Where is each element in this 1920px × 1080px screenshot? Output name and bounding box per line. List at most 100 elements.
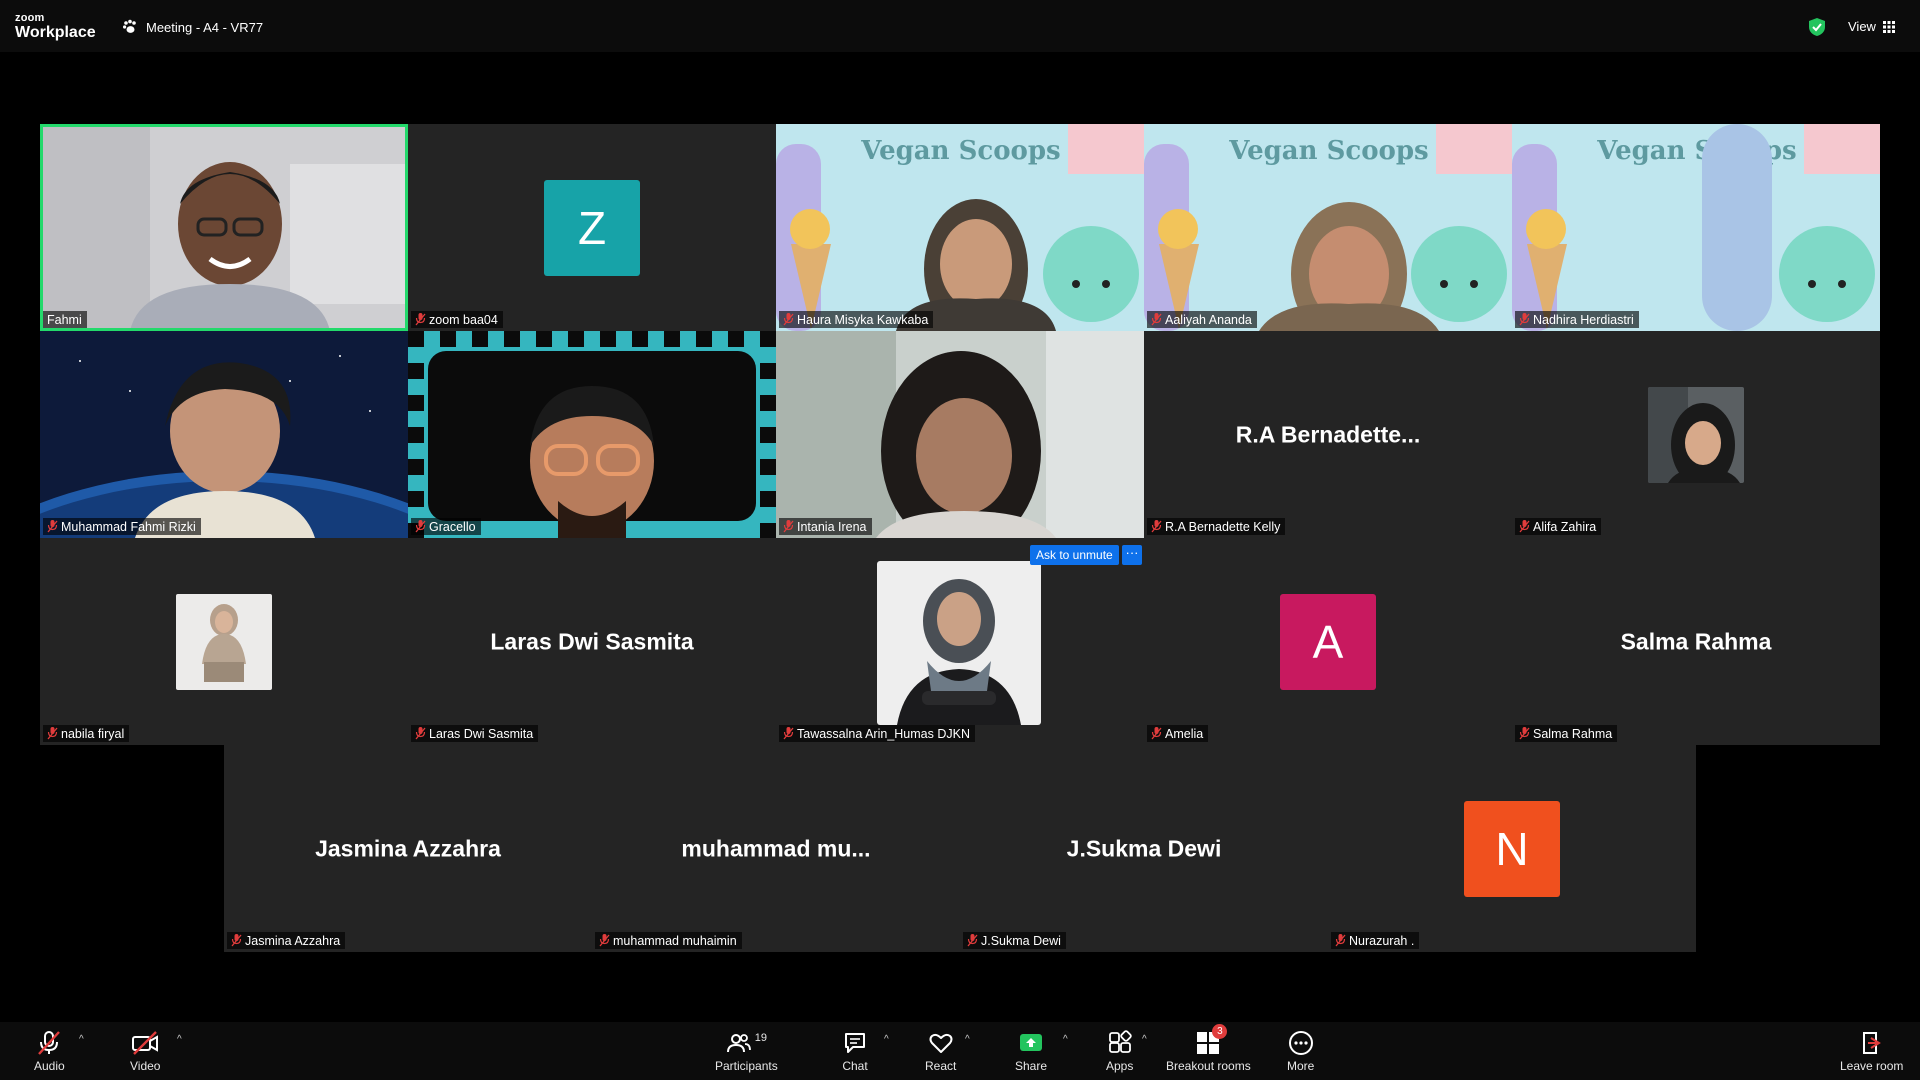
meeting-info[interactable]: Meeting - A4 - VR77 — [122, 19, 263, 35]
display-name: J.Sukma Dewi — [1066, 835, 1222, 861]
react-label: React — [925, 1059, 957, 1073]
participant-tile-sukma[interactable]: J.Sukma Dewi J.Sukma Dewi — [960, 745, 1328, 952]
view-button[interactable]: View — [1848, 19, 1895, 34]
audio-options-chevron-icon[interactable]: ^ — [79, 1034, 84, 1045]
participant-name: Amelia — [1165, 726, 1204, 741]
participant-tile-aaliyah[interactable]: Vegan Scoops Aaliyah Ananda — [1144, 124, 1512, 331]
view-label: View — [1848, 19, 1876, 34]
participant-tile-muhammad-fahmi-rizki[interactable]: Muhammad Fahmi Rizki — [40, 331, 408, 538]
muted-mic-icon — [967, 934, 978, 947]
participant-name: Laras Dwi Sasmita — [429, 726, 534, 741]
participant-tile-gracello[interactable]: Gracello — [408, 331, 776, 538]
top-bar: zoom Workplace Meeting - A4 - VR77 View — [0, 0, 1920, 52]
name-chip: Salma Rahma — [1515, 725, 1618, 742]
participant-tile-nurazurah[interactable]: N Nurazurah . — [1328, 745, 1696, 952]
heart-icon — [929, 1033, 953, 1053]
participants-count: 19 — [754, 1032, 767, 1044]
participant-tile-salma[interactable]: Salma Rahma Salma Rahma — [1512, 538, 1880, 745]
video-feed-fahmi — [40, 124, 408, 331]
muted-mic-icon — [1519, 727, 1530, 740]
participant-tile-zoom-baa04[interactable]: Z zoom baa04 — [408, 124, 776, 331]
apps-options-chevron-icon[interactable]: ^ — [1142, 1034, 1147, 1045]
muted-mic-icon — [415, 727, 426, 740]
breakout-badge: 3 — [1212, 1024, 1228, 1039]
ask-to-unmute-button[interactable]: Ask to unmute — [1030, 545, 1119, 565]
encryption-shield-icon[interactable] — [1808, 17, 1826, 37]
display-name: Jasmina Azzahra — [315, 835, 501, 861]
video-feed-muhammad-fahmi-rizki — [40, 331, 408, 538]
react-options-chevron-icon[interactable]: ^ — [965, 1034, 970, 1045]
chat-options-chevron-icon[interactable]: ^ — [884, 1034, 889, 1045]
muted-mic-icon — [231, 934, 242, 947]
name-chip: R.A Bernadette Kelly — [1147, 518, 1286, 535]
leave-room-button[interactable]: Leave room — [1840, 1030, 1903, 1073]
participant-name: muhammad muhaimin — [613, 933, 737, 948]
video-feed-aaliyah: Vegan Scoops — [1144, 124, 1512, 331]
react-button[interactable]: React — [925, 1030, 956, 1073]
participant-name: R.A Bernadette Kelly — [1165, 519, 1281, 534]
grid-view-icon — [1882, 20, 1895, 33]
participant-tile-fahmi[interactable]: Fahmi — [40, 124, 408, 331]
meeting-toolbar: Audio ^ Video ^ 19 Participants Chat ^ R… — [0, 1022, 1920, 1080]
display-name: muhammad mu... — [681, 835, 871, 861]
muted-mic-icon — [1151, 727, 1162, 740]
background-text: Vegan Scoops — [1228, 136, 1428, 166]
name-chip: Laras Dwi Sasmita — [411, 725, 539, 742]
muted-mic-icon — [47, 727, 58, 740]
participant-tile-laras[interactable]: Laras Dwi Sasmita Laras Dwi Sasmita — [408, 538, 776, 745]
apps-button[interactable]: Apps — [1106, 1030, 1133, 1073]
video-options-chevron-icon[interactable]: ^ — [177, 1034, 182, 1045]
name-chip: Fahmi — [43, 311, 87, 328]
video-feed-haura: Vegan Scoops — [776, 124, 1144, 331]
more-icon — [1288, 1031, 1313, 1055]
participant-tile-intania[interactable]: Intania Irena — [776, 331, 1144, 538]
video-off-icon — [132, 1031, 159, 1055]
participant-tile-nadhira[interactable]: Vegan Scoops Nadhira Herdiastri — [1512, 124, 1880, 331]
share-options-chevron-icon[interactable]: ^ — [1063, 1034, 1068, 1045]
logo-text-small: zoom — [15, 12, 45, 24]
chat-button[interactable]: Chat — [842, 1030, 868, 1073]
muted-mic-icon — [599, 934, 610, 947]
muted-mic-icon — [783, 313, 794, 326]
video-label: Video — [130, 1059, 161, 1073]
breakout-rooms-button[interactable]: 3 Breakout rooms — [1166, 1024, 1251, 1073]
name-chip: Intania Irena — [779, 518, 872, 535]
muted-mic-icon — [1151, 313, 1162, 326]
logo-text-large: Workplace — [15, 24, 96, 41]
participant-tile-alifa[interactable]: Alifa Zahira — [1512, 331, 1880, 538]
participant-tile-muhammad-muhaimin[interactable]: muhammad mu... muhammad muhaimin — [592, 745, 960, 952]
display-name: R.A Bernadette... — [1235, 421, 1421, 447]
participant-tile-bernadette[interactable]: R.A Bernadette... R.A Bernadette Kelly — [1144, 331, 1512, 538]
name-chip: Gracello — [411, 518, 481, 535]
participant-name: Muhammad Fahmi Rizki — [61, 519, 196, 534]
background-text: Vegan Scoops — [860, 136, 1060, 166]
name-chip: Jasmina Azzahra — [227, 932, 346, 949]
profile-photo — [877, 561, 1041, 725]
video-feed-gracello — [408, 331, 776, 538]
paw-icon — [123, 19, 136, 33]
name-chip: Amelia — [1147, 725, 1209, 742]
participant-tile-tawassalna[interactable]: Tawassalna Arin_Humas DJKN — [776, 538, 1144, 745]
participant-tile-amelia[interactable]: A Amelia — [1144, 538, 1512, 745]
avatar-letter: N — [1464, 801, 1560, 897]
participants-button[interactable]: 19 Participants — [715, 1030, 778, 1073]
participant-name: Nadhira Herdiastri — [1533, 312, 1634, 327]
participant-tile-haura[interactable]: Vegan Scoops Haura Misyka Kawkaba — [776, 124, 1144, 331]
participant-tile-nabila[interactable]: nabila firyal — [40, 538, 408, 745]
name-chip: J.Sukma Dewi — [963, 932, 1066, 949]
muted-mic-icon — [1151, 520, 1162, 533]
muted-mic-icon — [415, 313, 426, 326]
participant-name: nabila firyal — [61, 726, 125, 741]
name-chip: nabila firyal — [43, 725, 130, 742]
avatar-letter: A — [1280, 594, 1376, 690]
share-screen-icon — [1020, 1034, 1043, 1051]
name-chip: muhammad muhaimin — [595, 932, 742, 949]
name-chip: Haura Misyka Kawkaba — [779, 311, 934, 328]
audio-button[interactable]: Audio — [34, 1030, 65, 1073]
share-button[interactable]: Share — [1015, 1030, 1047, 1073]
video-button[interactable]: Video — [130, 1030, 160, 1073]
more-button[interactable]: More — [1287, 1030, 1314, 1073]
participant-name: zoom baa04 — [429, 312, 498, 327]
more-options-button[interactable]: ··· — [1122, 545, 1142, 565]
participant-tile-jasmina[interactable]: Jasmina Azzahra Jasmina Azzahra — [224, 745, 592, 952]
